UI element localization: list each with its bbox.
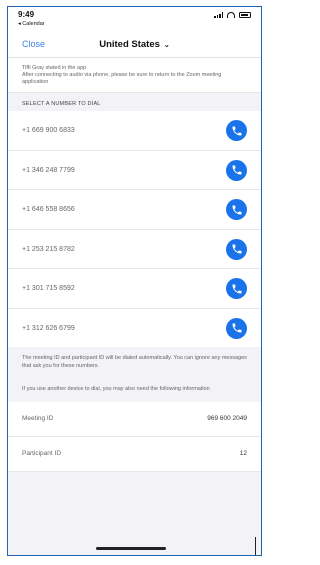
status-time: 9:49: [18, 10, 35, 19]
section-header: SELECT A NUMBER TO DIAL: [8, 93, 261, 112]
phone-icon: [232, 205, 241, 215]
participant-id-row: Participant ID 12: [8, 436, 261, 472]
call-button[interactable]: [226, 317, 247, 339]
chevron-down-icon: ⌄: [163, 42, 170, 49]
phone-icon: [232, 165, 241, 175]
dial-row[interactable]: +1 253 215 8782: [8, 230, 261, 270]
signal-icon: [214, 12, 223, 18]
phone-number: +1 346 248 7799: [22, 166, 75, 174]
phone-number: +1 669 900 6833: [22, 127, 75, 135]
dial-row[interactable]: +1 669 900 6833: [8, 111, 261, 151]
auto-dial-info: The meeting ID and participant ID will b…: [8, 347, 261, 377]
call-button[interactable]: [226, 278, 247, 300]
participant-id-label: Participant ID: [22, 450, 62, 458]
dial-row[interactable]: +1 646 558 8656: [8, 190, 261, 230]
phone-number: +1 253 215 8782: [22, 245, 75, 253]
phone-icon: [232, 323, 241, 333]
phone-icon: [232, 244, 241, 254]
country-label: United States: [99, 39, 160, 50]
status-bar: 9:49 ◂ Calendar: [8, 7, 261, 33]
phone-number: +1 312 626 6799: [22, 324, 75, 332]
notice-line-2: After connecting to audio via phone, ple…: [22, 72, 222, 86]
country-selector[interactable]: United States ⌄: [8, 39, 261, 50]
meeting-id-row: Meeting ID 969 600 2049: [8, 401, 261, 437]
phone-frame: 9:49 ◂ Calendar Close United States ⌄ Tif…: [7, 6, 262, 556]
phone-icon: [232, 284, 241, 294]
notice-line-1: Tiffi Gray stated in the app: [22, 65, 87, 71]
participant-id-value: 12: [239, 450, 247, 458]
audio-notice: Tiffi Gray stated in the app After conne…: [8, 58, 261, 94]
call-button[interactable]: [226, 159, 247, 181]
system-icons: [214, 12, 251, 18]
home-indicator[interactable]: [96, 547, 166, 550]
dial-row[interactable]: +1 301 715 8592: [8, 269, 261, 309]
dial-row[interactable]: +1 312 626 6799: [8, 309, 261, 348]
meeting-id-value: 969 600 2049: [207, 415, 247, 423]
scroll-indicator[interactable]: [254, 537, 256, 555]
phone-number: +1 646 558 8656: [22, 206, 75, 214]
call-button[interactable]: [226, 199, 247, 221]
wifi-icon: [227, 12, 235, 18]
battery-icon: [239, 12, 251, 18]
other-device-info: If you use another device to dial, you m…: [8, 376, 261, 402]
meeting-id-label: Meeting ID: [22, 415, 54, 423]
call-button[interactable]: [226, 238, 247, 260]
back-to-app-link[interactable]: ◂ Calendar: [18, 21, 45, 27]
phone-icon: [232, 126, 241, 136]
call-button[interactable]: [226, 120, 247, 142]
phone-number: +1 301 715 8592: [22, 285, 75, 293]
dial-number-list: +1 669 900 6833 +1 346 248 7799 +1 646 5…: [8, 111, 261, 348]
nav-bar: Close United States ⌄: [8, 33, 261, 58]
dial-row[interactable]: +1 346 248 7799: [8, 151, 261, 191]
